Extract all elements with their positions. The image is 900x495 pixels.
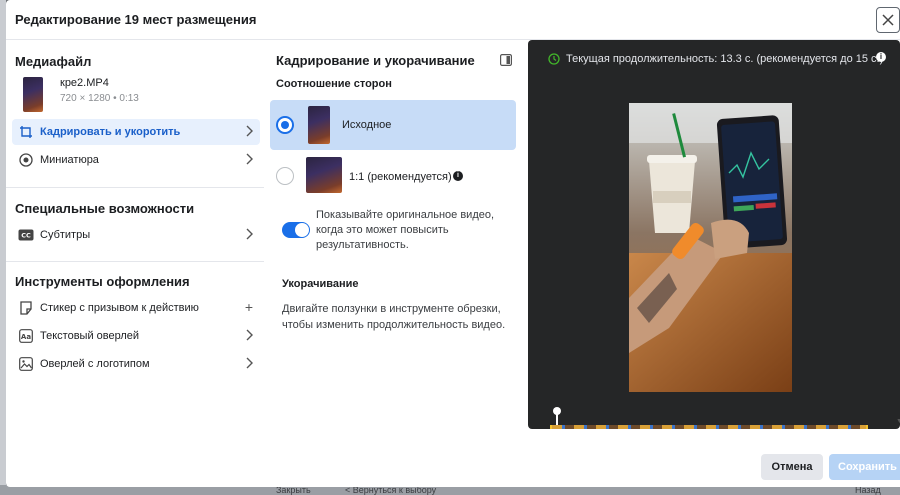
image-overlay-icon [18, 356, 34, 372]
chevron-right-icon [246, 357, 253, 369]
file-thumbnail [23, 77, 43, 112]
trim-filmstrip[interactable] [550, 425, 868, 429]
edit-placements-modal: Редактирование 19 мест размещения Медиаф… [6, 0, 900, 487]
text-overlay-icon: Aa [18, 328, 34, 344]
radio-original[interactable] [276, 116, 294, 134]
aspect-ratio-title: Соотношение сторон [276, 78, 392, 90]
logo-overlay-item[interactable]: Оверлей с логотипом [12, 351, 260, 377]
duration-info-icon[interactable]: i [876, 52, 886, 62]
file-name: кре2.MP4 [60, 77, 109, 89]
cta-sticker-label: Стикер с призывом к действию [40, 302, 199, 314]
thumbnail-label: Миниатюра [40, 154, 99, 166]
captions-label: Субтитры [40, 229, 91, 241]
left-panel: Медиафайл кре2.MP4 720 × 1280 • 0:13 Кад… [6, 41, 264, 441]
original-video-toggle[interactable] [282, 222, 310, 238]
duration-readout: Текущая продолжительность: 13.3 с. (реко… [548, 53, 883, 65]
original-thumbnail [308, 106, 330, 144]
svg-text:CC: CC [21, 232, 31, 240]
media-section-title: Медиафайл [15, 54, 92, 69]
file-meta: 720 × 1280 • 0:13 [60, 93, 139, 104]
crop-trim-panel: Кадрирование и укорачивание Соотношение … [270, 41, 526, 441]
original-label: Исходное [342, 119, 392, 131]
thumbnail-icon [18, 152, 34, 168]
scroll-down-icon[interactable]: ▼ [896, 418, 900, 425]
radio-square[interactable] [276, 167, 294, 185]
thumbnail-item[interactable]: Миниатюра [12, 147, 260, 173]
video-still [629, 103, 792, 392]
accessibility-section-title: Специальные возможности [15, 201, 195, 216]
video-preview-panel: Текущая продолжительность: 13.3 с. (реко… [528, 40, 900, 429]
media-file: кре2.MP4 720 × 1280 • 0:13 [15, 75, 255, 113]
sticker-icon [18, 300, 34, 316]
logo-overlay-label: Оверлей с логотипом [40, 358, 150, 370]
chevron-right-icon [246, 125, 253, 137]
close-button[interactable] [876, 7, 900, 33]
chevron-right-icon [246, 329, 253, 341]
save-button[interactable]: Сохранить [829, 454, 900, 480]
square-label: 1:1 (рекомендуется) [349, 171, 452, 183]
cancel-button[interactable]: Отмена [761, 454, 823, 480]
divider [6, 261, 264, 262]
trim-title: Укорачивание [282, 278, 359, 290]
video-frame[interactable] [629, 103, 792, 392]
aspect-option-original[interactable]: Исходное [270, 100, 516, 150]
chevron-right-icon [246, 153, 253, 165]
design-tools-section-title: Инструменты оформления [15, 274, 190, 289]
plus-icon: + [244, 299, 254, 315]
crop-trim-title: Кадрирование и укорачивание [276, 53, 475, 68]
toggle-description: Показывайте оригинальное видео, когда эт… [316, 209, 495, 251]
crop-icon [18, 124, 34, 140]
cta-sticker-item[interactable]: Стикер с призывом к действию + [12, 295, 260, 321]
clock-icon [548, 53, 560, 65]
crop-trim-label: Кадрировать и укоротить [40, 126, 181, 138]
aspect-option-square[interactable]: 1:1 (рекомендуется) i [270, 151, 516, 201]
square-thumbnail [306, 157, 342, 193]
divider [6, 187, 264, 188]
captions-icon: CC [18, 227, 34, 243]
svg-text:Aa: Aa [21, 333, 31, 341]
trim-description: Двигайте ползунки в инструменте обрезки,… [282, 303, 506, 331]
modal-header: Редактирование 19 мест размещения [6, 0, 900, 40]
modal-title: Редактирование 19 мест размещения [15, 12, 257, 27]
chevron-right-icon [246, 228, 253, 240]
crop-trim-item[interactable]: Кадрировать и укоротить [12, 119, 260, 145]
text-overlay-label: Текстовый оверлей [40, 330, 140, 342]
side-panel-icon[interactable] [500, 54, 512, 66]
duration-text: Текущая продолжительность: 13.3 с. (реко… [566, 53, 884, 65]
text-overlay-item[interactable]: Aa Текстовый оверлей [12, 323, 260, 349]
captions-item[interactable]: CC Субтитры [12, 222, 260, 248]
info-icon[interactable]: i [453, 171, 463, 181]
close-icon [882, 14, 894, 26]
